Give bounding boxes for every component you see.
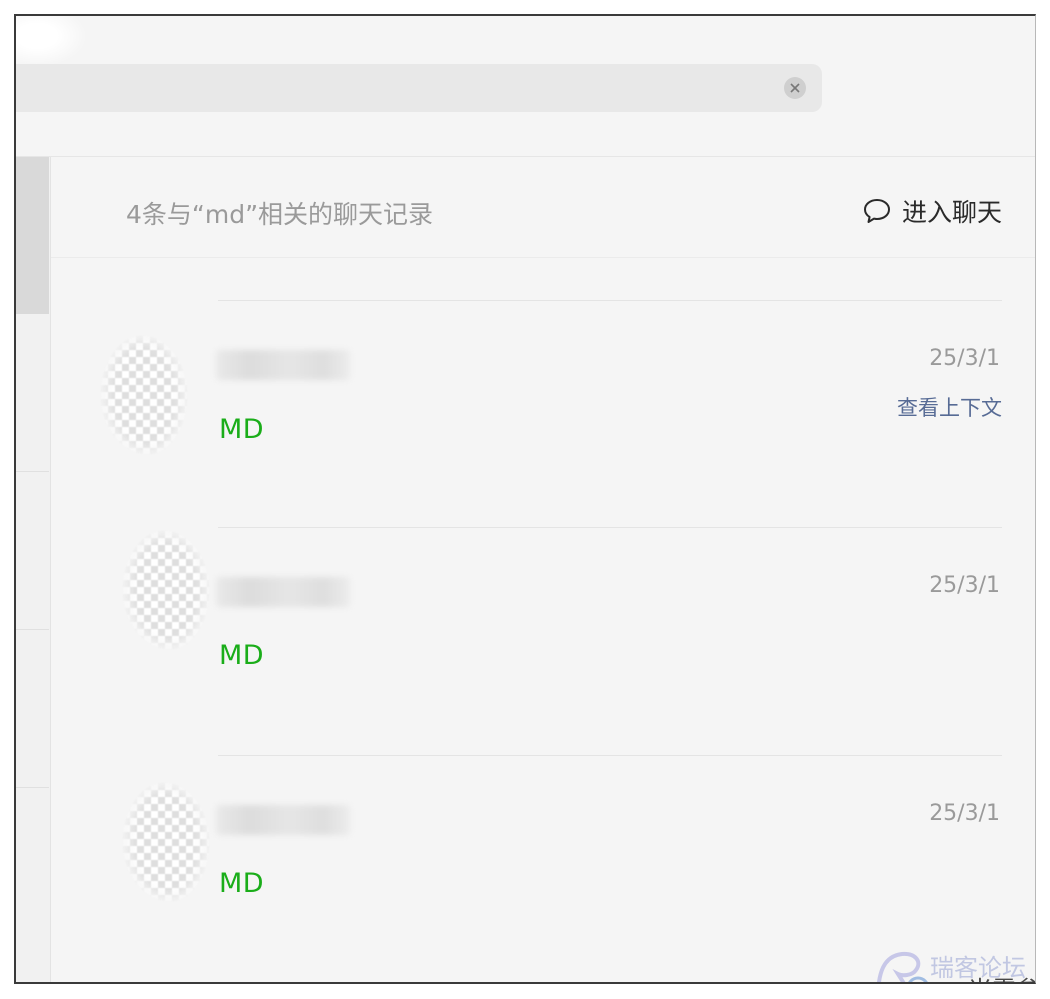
message-snippet: MD bbox=[219, 414, 265, 445]
result-divider bbox=[218, 527, 1002, 528]
clear-search-button[interactable] bbox=[784, 77, 806, 99]
conversation-list-edge bbox=[16, 157, 51, 982]
search-input[interactable] bbox=[28, 72, 772, 106]
avatar bbox=[101, 336, 187, 454]
list-separator bbox=[16, 471, 49, 472]
search-result-item[interactable]: MD 25/3/1 bbox=[51, 527, 1035, 755]
result-divider bbox=[218, 755, 1002, 756]
list-separator bbox=[16, 629, 49, 630]
search-result-item[interactable]: MD 25/3/1 查看上下文 bbox=[51, 300, 1035, 528]
close-icon bbox=[790, 83, 800, 93]
search-result-item[interactable]: MD 25/3/1 bbox=[51, 755, 1035, 982]
view-context-link[interactable]: 查看上下文 bbox=[897, 392, 1002, 422]
avatar bbox=[123, 531, 209, 649]
result-divider bbox=[218, 300, 1002, 301]
message-snippet: MD bbox=[219, 868, 265, 899]
avatar bbox=[123, 783, 209, 901]
sender-name-redacted bbox=[216, 350, 350, 380]
chat-search-window: 4条与“md”相关的聊天记录 进入聊天 MD 25/3/1 查看上下文 MD 2… bbox=[14, 14, 1036, 984]
corner-blur bbox=[16, 16, 86, 66]
search-bar bbox=[16, 64, 822, 112]
chat-bubble-icon bbox=[863, 199, 890, 223]
message-date: 25/3/1 bbox=[929, 801, 1000, 826]
message-date: 25/3/1 bbox=[929, 346, 1000, 371]
sender-name-redacted bbox=[216, 577, 350, 607]
message-snippet: MD bbox=[219, 640, 265, 671]
scrollbar-thumb[interactable] bbox=[16, 157, 49, 314]
enter-chat-label: 进入聊天 bbox=[901, 198, 1002, 227]
enter-chat-button[interactable]: 进入聊天 bbox=[862, 193, 1002, 229]
result-count-label: 4条与“md”相关的聊天记录 bbox=[126, 200, 434, 229]
list-separator bbox=[16, 787, 49, 788]
sender-name-redacted bbox=[216, 805, 350, 835]
message-date: 25/3/1 bbox=[929, 573, 1000, 598]
results-header: 4条与“md”相关的聊天记录 进入聊天 bbox=[51, 157, 1035, 258]
